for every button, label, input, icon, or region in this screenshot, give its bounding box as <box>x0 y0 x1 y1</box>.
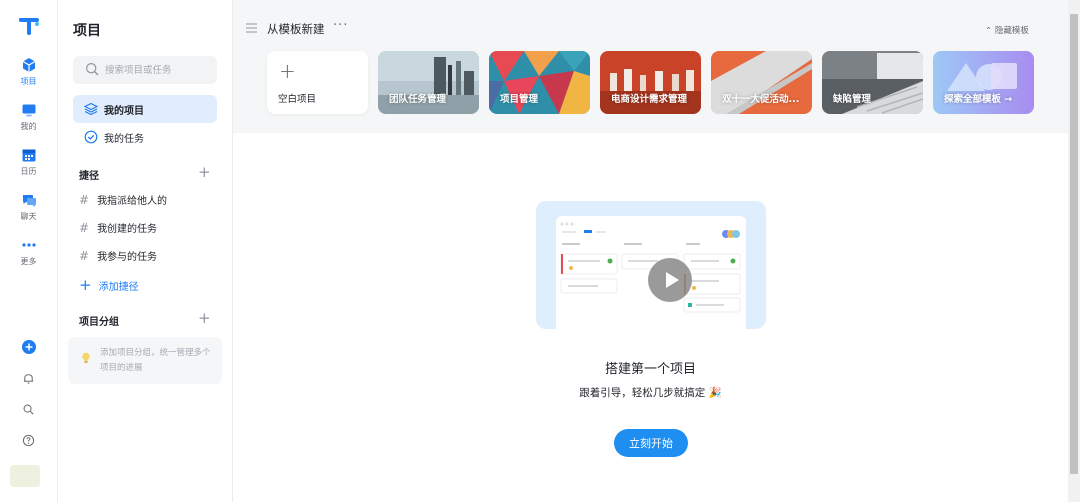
empty-state-title: 搭建第一个项目 <box>604 362 696 377</box>
template-card-blank[interactable]: + 空白项目 <box>267 51 368 114</box>
notifications-button[interactable] <box>0 370 57 389</box>
shortcut-item[interactable]: # 我参与的任务 <box>79 248 158 264</box>
shortcuts-heading: 捷径 <box>79 171 99 182</box>
rail-label: 更多 <box>20 257 37 266</box>
empty-state-subtitle: 跟着引导，轻松几步就搞定 🎉 <box>579 387 722 399</box>
rail-item-mine[interactable]: 我的 <box>0 102 57 142</box>
hash-icon: # <box>79 248 90 263</box>
plus-icon: + <box>79 276 92 294</box>
empty-state-illustration <box>536 201 766 329</box>
rail-label: 我的 <box>20 122 37 131</box>
cube-icon <box>22 58 35 72</box>
play-icon <box>666 272 679 288</box>
help-button[interactable] <box>0 432 57 451</box>
add-group-plus-icon[interactable]: + <box>198 309 211 327</box>
rail-item-projects[interactable]: 项目 <box>0 57 57 97</box>
sidebar-title: 项目 <box>73 23 101 39</box>
play-video-button[interactable] <box>648 258 692 302</box>
plus-icon: + <box>279 59 296 83</box>
search-icon <box>85 62 99 76</box>
template-card-label: 团队任务管理 <box>389 94 447 105</box>
hide-templates-label: 隐藏模板 <box>994 26 1029 36</box>
rail-item-calendar[interactable]: 日历 <box>0 147 57 187</box>
nav-label: 我的项目 <box>104 105 144 117</box>
search-icon <box>23 404 34 415</box>
help-circle-icon <box>22 434 35 447</box>
template-card-double-eleven[interactable]: 双十一大促活动... <box>711 51 812 114</box>
check-circle-icon <box>84 130 98 144</box>
monitor-icon <box>22 104 35 117</box>
template-card-explore-all[interactable]: 探索全部模板 → <box>933 51 1034 114</box>
template-card-label: 项目管理 <box>500 94 539 105</box>
template-card-label: 探索全部模板 → <box>944 94 1013 105</box>
rail-label: 日历 <box>20 167 37 176</box>
add-shortcut-link[interactable]: + 添加捷径 <box>79 276 139 294</box>
bell-icon <box>23 374 34 384</box>
template-card-project-mgmt[interactable]: 项目管理 <box>489 51 590 114</box>
scrollbar-thumb[interactable] <box>1070 14 1078 474</box>
calendar-icon <box>22 149 35 162</box>
plus-circle-icon <box>21 340 36 354</box>
nav-my-projects[interactable]: 我的项目 <box>73 95 217 123</box>
nav-my-tasks[interactable]: 我的任务 <box>73 123 217 151</box>
layers-icon <box>84 102 98 116</box>
template-bar: 从模板新建 ··· ⌃ 隐藏模板 + 空白项目 团队任务管理 项目管理 电商设计… <box>233 0 1068 133</box>
menu-icon[interactable] <box>246 23 257 33</box>
rail-item-more[interactable]: 更多 <box>0 237 57 277</box>
rail-item-chat[interactable]: 聊天 <box>0 192 57 232</box>
more-dots-icon <box>21 243 36 247</box>
template-card-label: 空白项目 <box>278 94 317 105</box>
shortcut-label: 我参与的任务 <box>97 252 158 263</box>
search-button[interactable] <box>0 401 57 420</box>
nav-label: 我的任务 <box>104 133 144 145</box>
rail-label: 聊天 <box>20 212 37 221</box>
group-tip: 添加项目分组，统一管理多个项目的进展 <box>68 337 222 384</box>
shortcut-label: 我创建的任务 <box>97 224 158 235</box>
template-card-defects[interactable]: 缺陷管理 <box>822 51 923 114</box>
search-box[interactable] <box>73 56 217 84</box>
add-shortcut-label: 添加捷径 <box>98 281 139 293</box>
main-content: 从模板新建 ··· ⌃ 隐藏模板 + 空白项目 团队任务管理 项目管理 电商设计… <box>233 0 1068 502</box>
rail-label: 项目 <box>20 77 37 86</box>
hash-icon: # <box>79 220 90 235</box>
start-now-button[interactable]: 立刻开始 <box>614 429 688 457</box>
chat-icon <box>22 195 36 207</box>
template-card-team-tasks[interactable]: 团队任务管理 <box>378 51 479 114</box>
hide-templates-button[interactable]: ⌃ 隐藏模板 <box>985 24 1029 36</box>
template-card-label: 电商设计需求管理 <box>611 94 688 105</box>
hash-icon: # <box>79 192 90 207</box>
avatar[interactable] <box>10 465 40 487</box>
app-rail: 项目 我的 日历 聊天 更多 <box>0 0 58 502</box>
scrollbar[interactable] <box>1068 0 1080 502</box>
lightbulb-icon <box>82 352 90 363</box>
search-input[interactable] <box>105 61 210 79</box>
shortcut-label: 我指派给他人的 <box>97 196 168 207</box>
template-card-label: 双十一大促活动... <box>722 94 800 105</box>
kanban-preview <box>556 216 746 329</box>
template-card-label: 缺陷管理 <box>833 94 872 105</box>
shortcut-item[interactable]: # 我指派给他人的 <box>79 192 168 208</box>
create-button[interactable] <box>0 339 57 358</box>
template-title: 从模板新建 <box>267 22 325 36</box>
add-shortcut-plus-icon[interactable]: + <box>198 163 211 181</box>
shortcut-item[interactable]: # 我创建的任务 <box>79 220 158 236</box>
group-tip-text: 添加项目分组，统一管理多个项目的进展 <box>100 348 211 373</box>
app-logo-icon[interactable] <box>17 14 41 38</box>
template-card-ecommerce[interactable]: 电商设计需求管理 <box>600 51 701 114</box>
groups-heading: 项目分组 <box>79 317 119 328</box>
project-sidebar: 项目 我的项目 我的任务 捷径 + # 我指派给他人的 # 我创建的任务 # 我参与的… <box>58 0 233 502</box>
more-options-icon[interactable]: ··· <box>333 18 348 33</box>
